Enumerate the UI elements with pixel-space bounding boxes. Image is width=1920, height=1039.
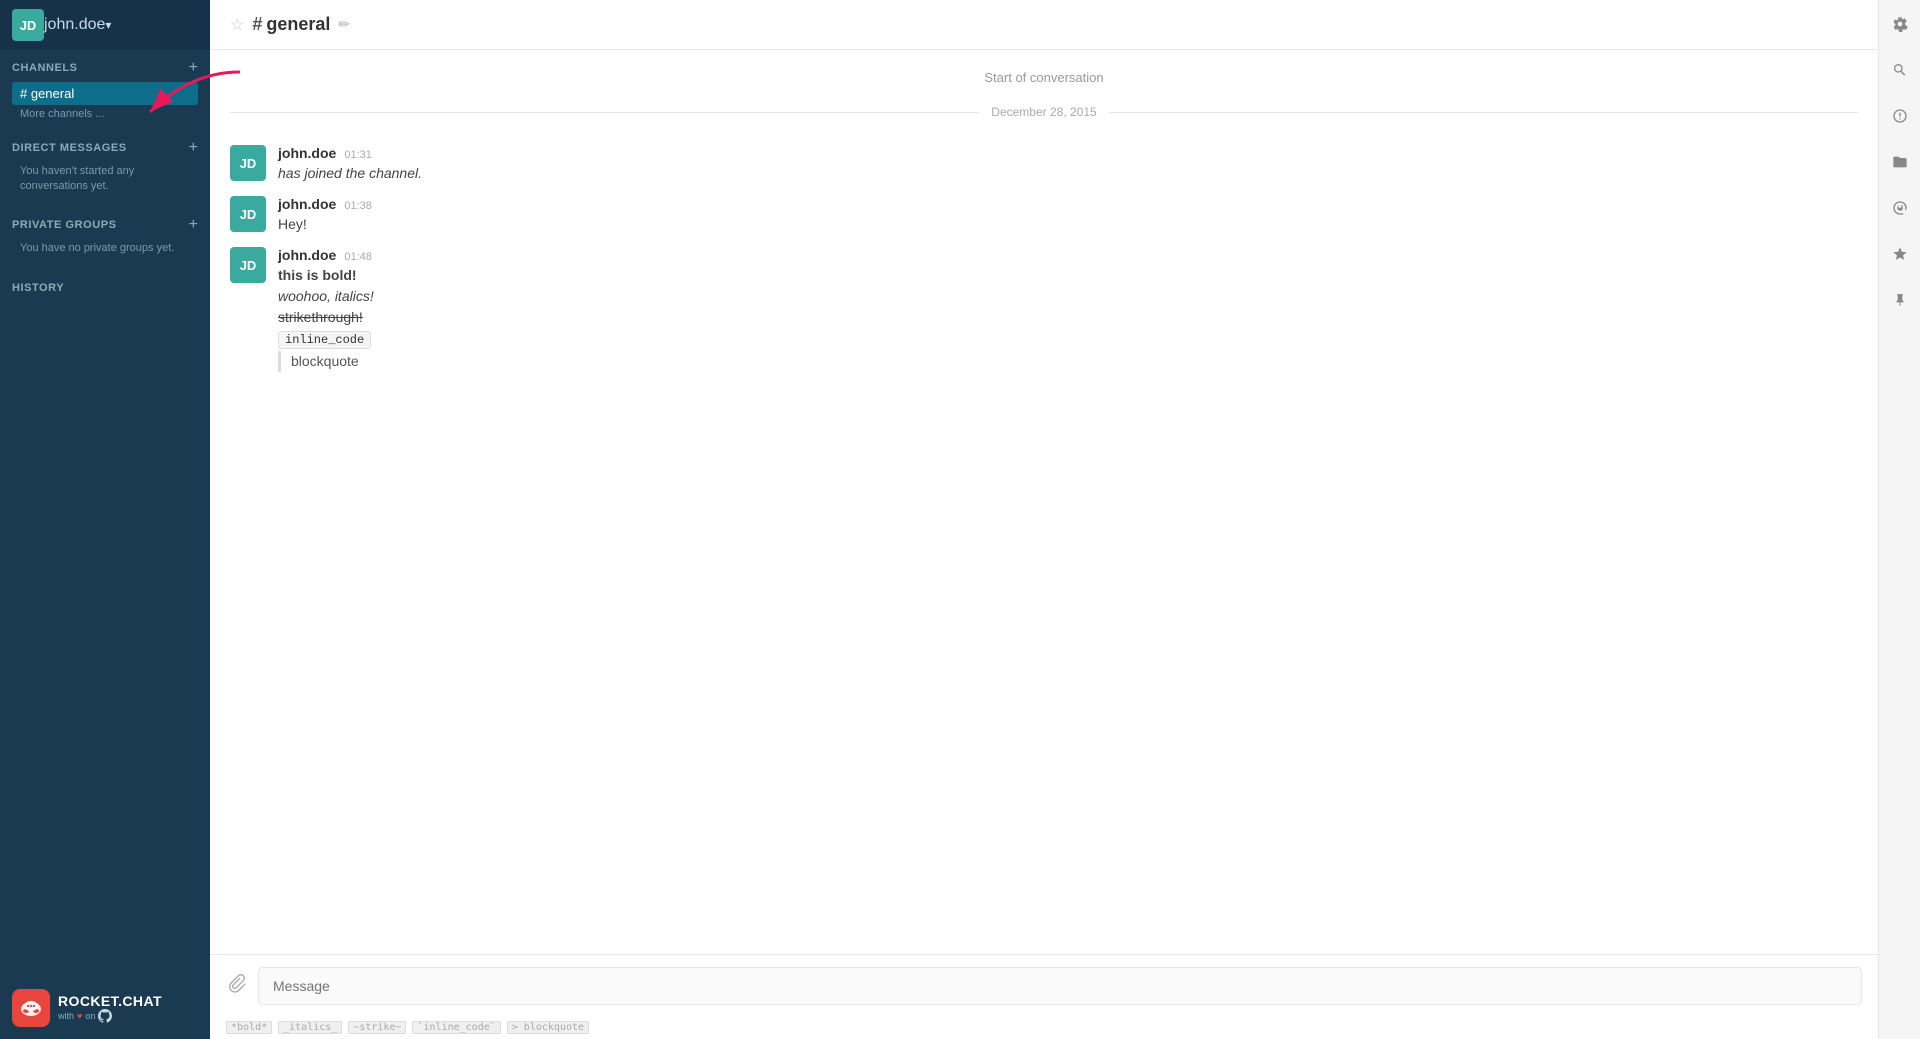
more-channels-link[interactable]: More channels ... [12,106,198,126]
message-time: 01:48 [344,251,372,263]
italic-hint: _italics_ [278,1021,342,1033]
add-group-button[interactable]: + [189,217,198,233]
code-hint: `inline_code` [412,1021,500,1033]
right-toolbar [1878,0,1920,1039]
star-icon[interactable] [1886,240,1914,268]
private-groups-empty: You have no private groups yet. [12,239,198,264]
rocket-chat-logo: ROCKET.CHAT with ♥ on [12,989,162,1027]
rocket-chat-name: ROCKET.CHAT [58,993,162,1009]
message-text: has joined the channel. [278,163,1858,184]
folder-icon[interactable] [1886,148,1914,176]
message-username: john.doe [278,247,336,263]
add-channel-button[interactable]: + [189,60,198,76]
channel-name-heading: general [266,14,330,35]
avatar: JD [230,247,266,283]
sidebar-footer: ROCKET.CHAT with ♥ on [0,977,210,1039]
search-icon[interactable] [1886,56,1914,84]
pin-icon[interactable] [1886,286,1914,314]
rocket-icon[interactable] [1886,102,1914,130]
direct-messages-empty: You haven't started any conversations ye… [12,162,198,203]
private-groups-title: PRIVATE GROUPS [12,219,116,231]
table-row: JD john.doe 01:31 has joined the channel… [210,139,1878,190]
message-text: this is bold! woohoo, italics! strikethr… [278,265,1858,372]
message-input-area [210,954,1878,1017]
strike-hint: ~strike~ [348,1021,406,1033]
message-time: 01:38 [344,200,372,212]
rocket-logo-icon [12,989,50,1027]
hash-icon: # [252,14,262,35]
date-label: December 28, 2015 [979,105,1108,119]
avatar: JD [230,196,266,232]
start-of-conversation: Start of conversation [210,70,1878,85]
username-label: john.doe [44,16,105,34]
message-content: john.doe 01:38 Hey! [278,196,1858,235]
blockquote: blockquote [278,351,1858,372]
message-content: john.doe 01:31 has joined the channel. [278,145,1858,184]
format-hints: *bold* _italics_ ~strike~ `inline_code` … [210,1017,1878,1039]
chevron-down-icon: ▾ [105,18,111,32]
sidebar-header[interactable]: JD john.doe ▾ [0,0,210,50]
date-divider: December 28, 2015 [230,105,1858,119]
rocket-chat-sub: with ♥ on [58,1009,162,1023]
avatar: JD [12,9,44,41]
avatar: JD [230,145,266,181]
message-time: 01:31 [344,149,372,161]
rocket-chat-text: ROCKET.CHAT with ♥ on [58,993,162,1023]
sidebar-item-general[interactable]: # general [12,82,198,105]
message-text: Hey! [278,214,1858,235]
message-username: john.doe [278,196,336,212]
favorite-icon[interactable]: ☆ [230,15,244,35]
message-input[interactable] [258,967,1862,1005]
chat-header: ☆ # general ✏ [210,0,1878,50]
bold-hint: *bold* [226,1021,272,1033]
direct-messages-section: DIRECT MESSAGES + You haven't started an… [0,130,210,207]
chat-body: Start of conversation December 28, 2015 … [210,50,1878,954]
private-groups-section: PRIVATE GROUPS + You have no private gro… [0,207,210,268]
edit-channel-icon[interactable]: ✏ [338,16,350,33]
history-section: HISTORY [0,268,210,300]
add-dm-button[interactable]: + [189,140,198,156]
inline-code: inline_code [278,331,371,349]
gear-icon[interactable] [1886,10,1914,38]
direct-messages-title: DIRECT MESSAGES [12,142,127,154]
channels-title: CHANNELS [12,62,78,74]
at-icon[interactable] [1886,194,1914,222]
channels-section: CHANNELS + # general More channels ... [0,50,210,130]
message-username: john.doe [278,145,336,161]
table-row: JD john.doe 01:38 Hey! [210,190,1878,241]
message-content: john.doe 01:48 this is bold! woohoo, ita… [278,247,1858,372]
attach-button[interactable] [226,972,248,1000]
channel-name-general: # general [20,86,74,101]
history-title[interactable]: HISTORY [12,282,64,294]
quote-hint: > blockquote [507,1021,589,1033]
table-row: JD john.doe 01:48 this is bold! woohoo, … [210,241,1878,378]
